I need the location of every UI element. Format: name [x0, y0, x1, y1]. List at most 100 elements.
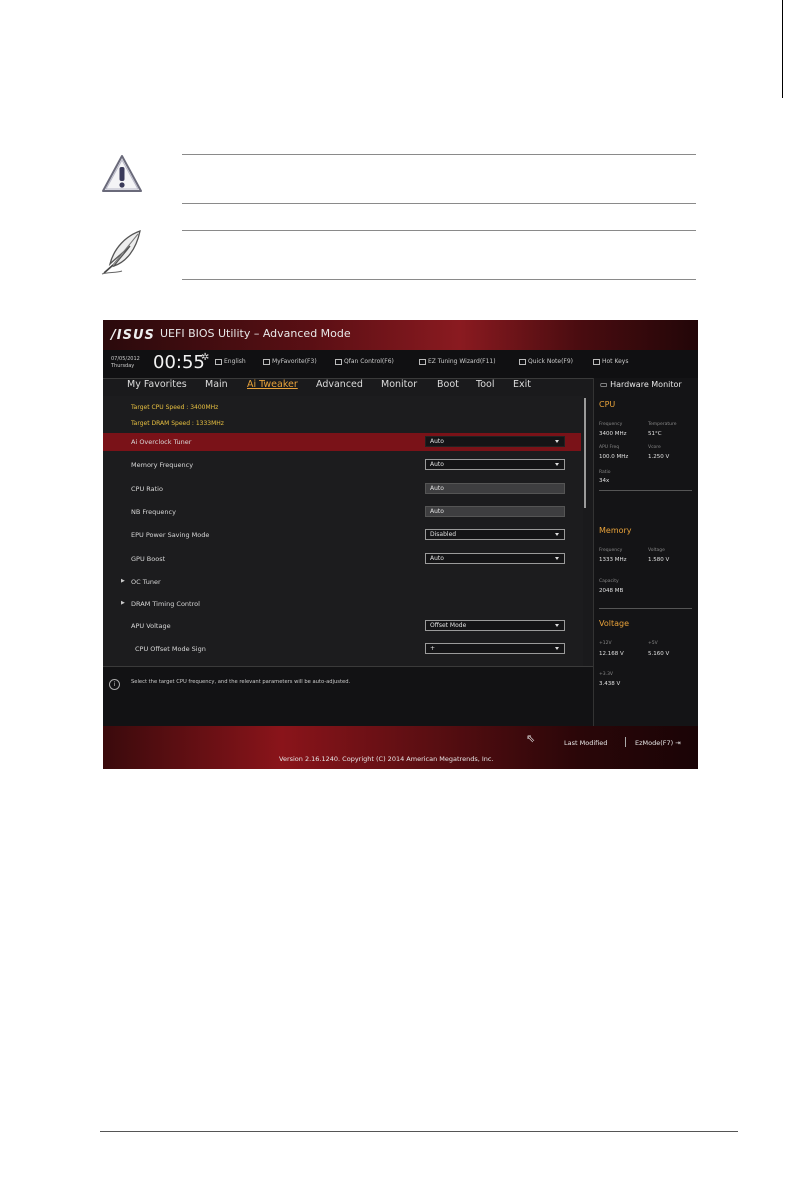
- note-notice: [100, 226, 696, 282]
- nb-frequency-field[interactable]: Auto: [425, 506, 565, 517]
- tab-tool[interactable]: Tool: [476, 379, 494, 390]
- globe-icon: [215, 358, 222, 365]
- asus-logo: /ISUS: [111, 328, 155, 343]
- toolbar-label: MyFavorite(F3): [272, 358, 317, 365]
- notice-rule-top: [182, 154, 696, 155]
- bottom-bar: ⇖ Last Modified EzMode(F7) ⇥ Version 2.1…: [103, 726, 698, 769]
- tab-main[interactable]: Main: [205, 379, 228, 390]
- capacity-label: Capacity: [599, 579, 619, 584]
- notice-rule-top: [182, 230, 696, 231]
- v5-label: +5V: [648, 641, 658, 646]
- field-value: Auto: [430, 485, 444, 492]
- cpu-heading: CPU: [599, 400, 616, 409]
- cpu-ratio-field[interactable]: Auto: [425, 483, 565, 494]
- bios-screenshot: /ISUS UEFI BIOS Utility – Advanced Mode …: [103, 320, 698, 769]
- language-button[interactable]: English: [215, 358, 246, 365]
- settings-panel: Target CPU Speed : 3400MHz Target DRAM S…: [103, 396, 583, 666]
- bottom-divider: [625, 737, 626, 747]
- epu-power-saving-dropdown[interactable]: Disabled: [425, 529, 565, 540]
- submenu-label: DRAM Timing Control: [131, 600, 200, 608]
- cpu-frequency-label: Frequency: [599, 422, 623, 427]
- voltage-heading: Voltage: [599, 619, 630, 628]
- setting-label: GPU Boost: [131, 555, 166, 563]
- hardware-monitor-title: ▭ Hardware Monitor: [600, 380, 682, 389]
- caution-icon: [102, 155, 142, 192]
- setting-apu-voltage[interactable]: APU Voltage Offset Mode: [103, 617, 581, 635]
- quick-note-button[interactable]: Quick Note(F9): [519, 358, 573, 365]
- chevron-down-icon: [555, 647, 559, 650]
- tab-exit[interactable]: Exit: [513, 379, 531, 390]
- notice-rule-bottom: [182, 203, 696, 204]
- cpu-offset-sign-dropdown[interactable]: +: [425, 643, 565, 654]
- setting-ai-overclock-tuner[interactable]: Ai Overclock Tuner Auto: [103, 433, 581, 451]
- cpu-frequency-value: 3400 MHz: [599, 431, 627, 437]
- target-dram-speed: Target DRAM Speed : 1333MHz: [131, 420, 224, 427]
- dropdown-value: Offset Mode: [430, 622, 467, 629]
- tab-my-favorites[interactable]: My Favorites: [127, 379, 187, 390]
- toolbar-label: English: [224, 358, 246, 365]
- submenu-label: OC Tuner: [131, 578, 161, 586]
- v33-label: +3.3V: [599, 672, 614, 677]
- memory-voltage-value: 1.580 V: [648, 557, 670, 563]
- field-value: Auto: [430, 508, 444, 515]
- chevron-down-icon: [555, 557, 559, 560]
- ezmode-label: EzMode(F7): [635, 739, 674, 747]
- submenu-oc-tuner[interactable]: ▶ OC Tuner: [103, 573, 581, 591]
- ez-tuning-wizard-button[interactable]: EZ Tuning Wizard(F11): [419, 358, 496, 365]
- mouse-pointer-icon: ⇖: [526, 732, 536, 745]
- hardware-monitor-panel: ▭ Hardware Monitor CPU Frequency Tempera…: [593, 378, 698, 726]
- tab-monitor[interactable]: Monitor: [381, 379, 417, 390]
- setting-cpu-offset-mode-sign[interactable]: CPU Offset Mode Sign +: [103, 640, 581, 658]
- capacity-value: 2048 MB: [599, 588, 624, 594]
- cpu-temperature-label: Temperature: [648, 422, 677, 427]
- setting-epu-power-saving-mode[interactable]: EPU Power Saving Mode Disabled: [103, 526, 581, 544]
- setting-cpu-ratio[interactable]: CPU Ratio Auto: [103, 480, 581, 498]
- keyboard-icon: [593, 358, 600, 365]
- hot-keys-button[interactable]: Hot Keys: [593, 358, 628, 365]
- vcore-value: 1.250 V: [648, 454, 670, 460]
- version-text: Version 2.16.1240. Copyright (C) 2014 Am…: [279, 755, 494, 763]
- ezmode-button[interactable]: EzMode(F7) ⇥: [635, 739, 681, 747]
- setting-label: EPU Power Saving Mode: [131, 531, 210, 539]
- tab-advanced[interactable]: Advanced: [316, 379, 363, 390]
- setting-gpu-boost[interactable]: GPU Boost Auto: [103, 550, 581, 568]
- apu-freq-value: 100.0 MHz: [599, 454, 629, 460]
- date-text: 07/05/2012: [111, 356, 140, 362]
- help-panel: i Select the target CPU frequency, and t…: [103, 666, 593, 727]
- chevron-down-icon: [555, 624, 559, 627]
- submenu-dram-timing-control[interactable]: ▶ DRAM Timing Control: [103, 595, 581, 613]
- ratio-value: 34x: [599, 478, 610, 484]
- tab-boot[interactable]: Boot: [437, 379, 459, 390]
- v12-value: 12.168 V: [599, 651, 624, 657]
- tab-ai-tweaker[interactable]: Ai Tweaker: [247, 379, 298, 390]
- date-display: 07/05/2012 Thursday: [111, 356, 140, 370]
- memory-frequency-dropdown[interactable]: Auto: [425, 459, 565, 470]
- v12-label: +12V: [599, 641, 612, 646]
- setting-memory-frequency[interactable]: Memory Frequency Auto: [103, 456, 581, 474]
- last-modified-button[interactable]: Last Modified: [564, 739, 607, 747]
- gpu-boost-dropdown[interactable]: Auto: [425, 553, 565, 564]
- dropdown-value: Auto: [430, 461, 444, 468]
- ai-overclock-tuner-dropdown[interactable]: Auto: [425, 436, 565, 447]
- setting-nb-frequency[interactable]: NB Frequency Auto: [103, 503, 581, 521]
- clock: 00:55: [153, 352, 205, 373]
- setting-label: NB Frequency: [131, 508, 176, 516]
- setting-label: CPU Offset Mode Sign: [135, 645, 206, 653]
- gear-icon[interactable]: ✲: [201, 352, 209, 363]
- exit-arrow-icon: ⇥: [673, 739, 681, 747]
- favorite-icon: [263, 358, 270, 365]
- note-icon: [519, 358, 526, 365]
- qfan-control-button[interactable]: Qfan Control(F6): [335, 358, 394, 365]
- myfavorite-button[interactable]: MyFavorite(F3): [263, 358, 317, 365]
- setting-label: Memory Frequency: [131, 461, 194, 469]
- crop-mark: [782, 0, 783, 98]
- bulb-icon: [419, 358, 426, 365]
- monitor-icon: ▭: [600, 380, 611, 389]
- section-divider: [599, 608, 692, 609]
- hardware-monitor-label: Hardware Monitor: [610, 380, 682, 389]
- scrollbar[interactable]: [584, 398, 586, 508]
- memory-frequency-label: Frequency: [599, 548, 623, 553]
- target-cpu-speed: Target CPU Speed : 3400MHz: [131, 404, 219, 411]
- setting-label: APU Voltage: [131, 622, 171, 630]
- apu-voltage-dropdown[interactable]: Offset Mode: [425, 620, 565, 631]
